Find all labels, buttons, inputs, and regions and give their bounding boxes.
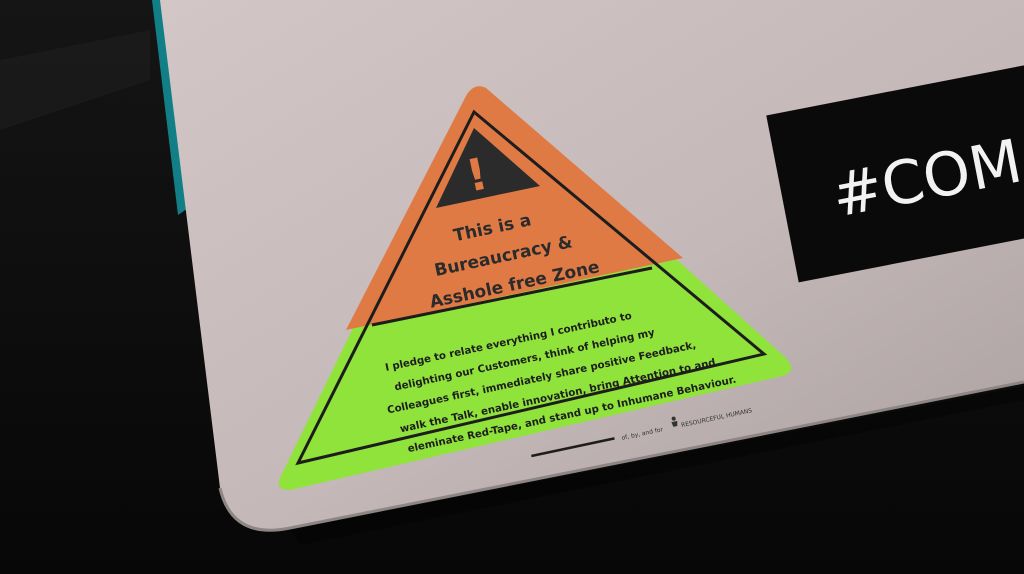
photo-scene: #COM ! This is a Bureaucracy & Asshole f…	[0, 0, 1024, 574]
